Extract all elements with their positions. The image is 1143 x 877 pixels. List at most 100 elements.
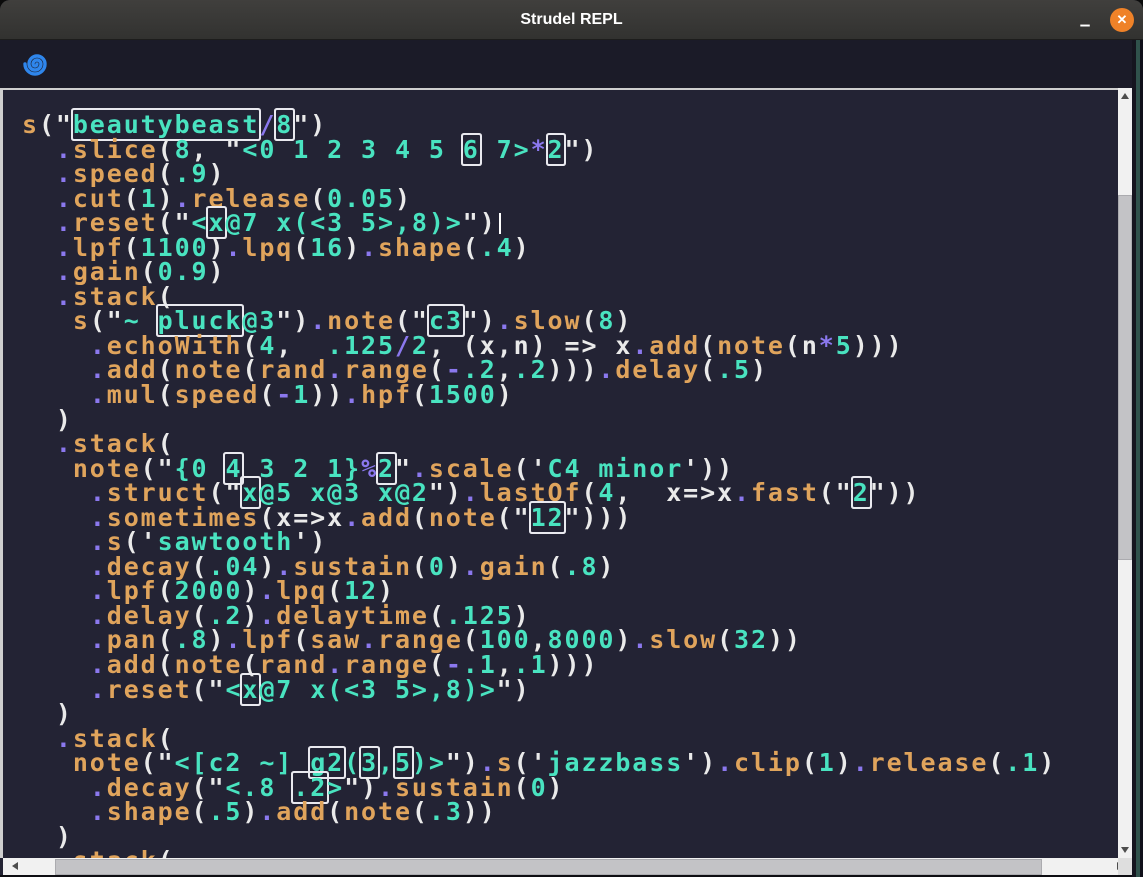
code-line[interactable]: .stack( (22, 849, 1132, 858)
code-token: ( (463, 233, 480, 262)
code-token: ) (1039, 748, 1056, 777)
code-token: )) (768, 625, 802, 654)
code-token: delay (615, 355, 700, 384)
horizontal-scrollbar-thumb[interactable] (55, 859, 1042, 875)
code-token: ( (717, 625, 734, 654)
code-token: @7 x(<3 5>,8)> (259, 675, 496, 704)
horizontal-scrollbar[interactable] (3, 858, 1132, 875)
code-token: fast (751, 478, 819, 507)
code-token: ( (192, 797, 209, 826)
code-token: . (344, 380, 361, 409)
code-line[interactable]: ) (22, 702, 1132, 727)
code-token: note (344, 797, 412, 826)
scroll-down-button[interactable] (1118, 842, 1132, 858)
code-line[interactable]: ) (22, 825, 1132, 850)
code-token: add (276, 797, 327, 826)
window-border-right (1132, 40, 1143, 877)
code-line[interactable]: .reset("<x@7 x(<3 5>,8)>") (22, 678, 1132, 703)
close-button[interactable]: ✕ (1110, 8, 1134, 32)
code-token: hpf (361, 380, 412, 409)
code-token: release (870, 748, 989, 777)
code-token: jazzbass (548, 748, 684, 777)
code-editor-content: s("beautybeast/8") .slice(8, "<0 1 2 3 4… (3, 90, 1132, 858)
scroll-left-button[interactable] (3, 858, 29, 875)
code-token: shape (107, 797, 192, 826)
code-token: . (632, 625, 649, 654)
vertical-scrollbar-thumb[interactable] (1118, 195, 1132, 560)
code-token: ( (293, 233, 310, 262)
code-token: .3 (429, 797, 463, 826)
code-token: x (666, 478, 683, 507)
code-token (22, 846, 56, 858)
code-token: ) (446, 552, 463, 581)
code-token: .5 (717, 355, 751, 384)
code-token: ) (836, 748, 853, 777)
code-token: . (361, 233, 378, 262)
code-token: .2 (514, 355, 548, 384)
code-token: .5 (208, 797, 242, 826)
window-title: Strudel REPL (0, 0, 1143, 40)
code-token: . (463, 552, 480, 581)
code-token: )) (310, 380, 344, 409)
code-token: speed (175, 380, 260, 409)
code-line[interactable]: .gain(0.9) (22, 260, 1132, 285)
code-token: 1500 (429, 380, 497, 409)
code-token: . (225, 233, 242, 262)
code-token: ( (514, 773, 531, 802)
minimize-button[interactable]: – (1071, 0, 1099, 40)
code-token: 1 (293, 380, 310, 409)
code-token: ( (327, 797, 344, 826)
active-pattern-token: 2 (548, 135, 565, 164)
scroll-up-button[interactable] (1118, 88, 1132, 104)
code-token: ") (497, 675, 531, 704)
code-token: . (56, 846, 73, 858)
code-token: slow (649, 625, 717, 654)
scroll-left-arrow-icon (12, 862, 18, 870)
code-token: ) (548, 773, 565, 802)
code-token: 16 (310, 233, 344, 262)
code-token: (" (497, 503, 531, 532)
code-token: add (361, 503, 412, 532)
code-token: reset (107, 675, 192, 704)
code-token: ( (412, 797, 429, 826)
code-token: x (717, 478, 734, 507)
code-token: . (734, 478, 751, 507)
strudel-logo-icon[interactable] (21, 49, 49, 79)
code-token: ")) (870, 478, 921, 507)
code-token: ) (208, 257, 225, 286)
code-token: .4 (480, 233, 514, 262)
code-token: 0 (429, 552, 446, 581)
code-line[interactable]: .mul(speed(-1)).hpf(1500) (22, 383, 1132, 408)
scroll-down-arrow-icon (1121, 847, 1129, 853)
scrollbar-corner (1118, 858, 1132, 875)
code-token: ) (497, 380, 514, 409)
vertical-scrollbar[interactable] (1118, 88, 1132, 858)
code-token: ) (615, 625, 632, 654)
code-token: note (429, 503, 497, 532)
code-token: ( (412, 380, 429, 409)
code-token: . (90, 380, 107, 409)
active-pattern-token: x (242, 675, 259, 704)
code-token: ))) (548, 355, 599, 384)
scroll-up-arrow-icon (1121, 93, 1129, 99)
code-token: ( (158, 846, 175, 858)
active-pattern-token: 12 (531, 503, 565, 532)
code-token: mul (107, 380, 158, 409)
code-token: (" (819, 478, 853, 507)
code-token: 0 (531, 773, 548, 802)
code-token: ( (412, 552, 429, 581)
code-token: . (259, 797, 276, 826)
code-token: ) (514, 233, 531, 262)
code-token: ( (259, 380, 276, 409)
code-token: ) (344, 233, 361, 262)
code-editor[interactable]: s("beautybeast/8") .slice(8, "<0 1 2 3 4… (0, 90, 1132, 858)
code-line[interactable]: .shape(.5).add(note(.3)) (22, 800, 1132, 825)
code-token: 32 (734, 625, 768, 654)
code-token: . (717, 748, 734, 777)
code-line[interactable]: ) (22, 408, 1132, 433)
code-token: ( (802, 748, 819, 777)
close-icon: ✕ (1117, 12, 1128, 27)
code-token: ( (158, 380, 175, 409)
code-token: ( (548, 552, 565, 581)
code-token: . (853, 748, 870, 777)
